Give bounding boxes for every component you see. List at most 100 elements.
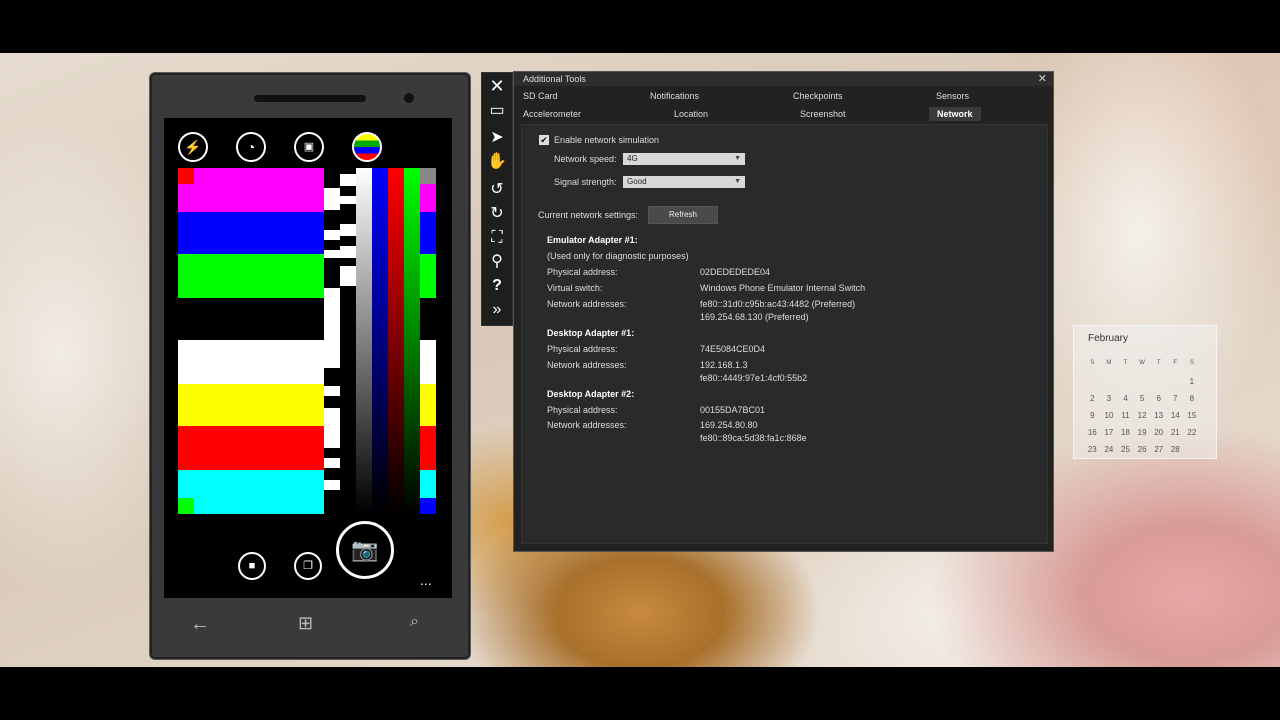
diagnostic-note: (Used only for diagnostic purposes)	[547, 251, 689, 261]
calendar-week: 2345678	[1084, 390, 1212, 407]
calendar-day[interactable]: 2	[1084, 394, 1101, 403]
signal-strength-select[interactable]: Good ▼	[623, 176, 745, 188]
calendar-day[interactable]: 11	[1117, 411, 1134, 420]
enable-network-checkbox[interactable]: ✔	[539, 135, 549, 145]
virtual-switch-value: Windows Phone Emulator Internal Switch	[700, 283, 866, 293]
window-title: Additional Tools	[523, 74, 586, 84]
calendar-day[interactable]: 27	[1150, 445, 1167, 454]
front-camera	[404, 93, 414, 103]
calendar-day[interactable]: 5	[1134, 394, 1151, 403]
network-speed-select[interactable]: 4G ▼	[623, 153, 745, 165]
network-addresses-label: Network addresses:	[547, 420, 627, 430]
calendar-day[interactable]: 7	[1167, 394, 1184, 403]
calendar-day[interactable]: 13	[1150, 411, 1167, 420]
calendar-day[interactable]: 15	[1184, 411, 1201, 420]
minimize-icon[interactable]: ▭	[482, 100, 512, 122]
calendar-month: February	[1088, 333, 1129, 344]
tab-location[interactable]: Location	[674, 109, 708, 119]
calendar-day[interactable]: 22	[1184, 428, 1201, 437]
physical-address-value: 74E5084CE0D4	[700, 344, 766, 354]
help-icon[interactable]: ?	[482, 275, 512, 297]
more-icon[interactable]: ...	[420, 572, 432, 588]
gallery-icon[interactable]: ❐	[294, 552, 322, 580]
calendar-week: 9 10 11 12 13 14 15	[1084, 407, 1212, 424]
virtual-switch-label: Virtual switch:	[547, 283, 603, 293]
network-address-value: 192.168.1.3	[700, 360, 748, 370]
calendar-day[interactable]: 17	[1101, 428, 1118, 437]
expand-icon[interactable]: »	[482, 299, 512, 321]
rotate-right-icon[interactable]: ↻	[482, 203, 512, 225]
signal-strength-label: Signal strength:	[554, 177, 617, 187]
calendar-day[interactable]: 26	[1134, 445, 1151, 454]
calendar-day[interactable]: 23	[1084, 445, 1101, 454]
calendar-day[interactable]: 18	[1117, 428, 1134, 437]
calendar-day[interactable]: 24	[1101, 445, 1118, 454]
calendar-day[interactable]: 20	[1150, 428, 1167, 437]
physical-address-label: Physical address:	[547, 267, 618, 277]
calendar-week: 1	[1084, 373, 1212, 390]
current-settings-label: Current network settings:	[538, 210, 639, 220]
search-icon[interactable]: ⌕	[410, 613, 419, 631]
chevron-down-icon: ▼	[734, 155, 741, 162]
windows-start-icon[interactable]: ⊞	[298, 613, 313, 634]
calendar-day[interactable]: 9	[1084, 411, 1101, 420]
calendar-day[interactable]: 1	[1184, 377, 1201, 386]
physical-address-label: Physical address:	[547, 344, 618, 354]
close-icon[interactable]: ✕	[1038, 72, 1047, 86]
phone-emulator: ⚡ ◔ ▣ ■ ❐ 📷 ... ← ⊞ ⌕	[149, 72, 471, 660]
calendar-day[interactable]: 6	[1150, 394, 1167, 403]
calendar-weeks: 1 2 3 4 5 6 7 8 9 10 11 12 13 14 15 16 17 18 19 20 21 22 23 24 2…	[1084, 373, 1212, 458]
calendar-day[interactable]: 3	[1101, 394, 1118, 403]
tab-notifications[interactable]: Notifications	[650, 91, 699, 101]
tab-accelerometer[interactable]: Accelerometer	[523, 109, 581, 119]
calendar-gadget[interactable]: February S M T W T F S 1 2 3 4 5 6 7 8 9 10 11 12 13…	[1073, 325, 1217, 459]
pointer-icon[interactable]: ➤	[482, 127, 512, 149]
tab-sd-card[interactable]: SD Card	[523, 91, 558, 101]
network-tab-content: ✔ Enable network simulation Network spee…	[521, 124, 1048, 544]
hand-icon[interactable]: ✋	[482, 151, 512, 173]
timer-icon[interactable]: ◔	[236, 132, 266, 162]
emulator-adapter-1-title: Emulator Adapter #1:	[547, 235, 638, 245]
tab-checkpoints[interactable]: Checkpoints	[793, 91, 843, 101]
calendar-day[interactable]: 14	[1167, 411, 1184, 420]
fit-screen-icon[interactable]: ⛶	[482, 227, 512, 249]
weekday-label: M	[1106, 359, 1112, 366]
back-icon[interactable]: ←	[190, 613, 210, 636]
tab-sensors[interactable]: Sensors	[936, 91, 969, 101]
phone-speaker	[254, 95, 366, 102]
calendar-day[interactable]: 12	[1134, 411, 1151, 420]
weekday-label: T	[1123, 359, 1128, 366]
close-icon[interactable]: ✕	[482, 75, 512, 97]
lens-icon[interactable]: ▣	[294, 132, 324, 162]
calendar-week: 16 17 18 19 20 21 22	[1084, 424, 1212, 441]
calendar-day[interactable]: 19	[1134, 428, 1151, 437]
calendar-grid: S M T W T F S 1 2 3 4 5 6 7 8 9 10 11 12 13 14 15 16 17 1…	[1084, 356, 1212, 458]
calendar-day[interactable]: 28	[1167, 445, 1184, 454]
refresh-button[interactable]: Refresh	[648, 206, 718, 224]
weekday-label: S	[1090, 359, 1095, 366]
flash-icon[interactable]: ⚡	[178, 132, 208, 162]
chevron-down-icon: ▼	[734, 178, 741, 185]
network-addresses-label: Network addresses:	[547, 360, 627, 370]
tab-network[interactable]: Network	[929, 107, 981, 121]
window-titlebar: Additional Tools ✕	[514, 72, 1053, 86]
calendar-day[interactable]: 8	[1184, 394, 1201, 403]
calendar-day[interactable]: 25	[1117, 445, 1134, 454]
calendar-day[interactable]: 10	[1101, 411, 1118, 420]
zoom-icon[interactable]: ⚲	[482, 251, 512, 273]
additional-tools-window: Additional Tools ✕ SD Card Notifications…	[513, 71, 1054, 552]
network-address-value: 169.254.80.80	[700, 420, 758, 430]
enable-network-label: Enable network simulation	[554, 135, 660, 145]
network-address-value: fe80::4449:97e1:4cf0:55b2	[700, 373, 808, 383]
calendar-day[interactable]: 16	[1084, 428, 1101, 437]
calendar-day[interactable]: 4	[1117, 394, 1134, 403]
rotate-left-icon[interactable]: ↺	[482, 179, 512, 201]
calendar-day[interactable]: 21	[1167, 428, 1184, 437]
shutter-icon[interactable]: 📷	[336, 521, 394, 579]
phone-screen[interactable]: ⚡ ◔ ▣ ■ ❐ 📷 ...	[164, 118, 452, 598]
network-address-value: fe80::31d0:c95b:ac43:4482 (Preferred)	[700, 299, 856, 309]
emulator-toolbar: ✕ ▭ ➤ ✋ ↺ ↻ ⛶ ⚲ ? »	[481, 72, 513, 326]
tab-screenshot[interactable]: Screenshot	[800, 109, 846, 119]
color-effect-icon[interactable]	[352, 132, 382, 162]
video-icon[interactable]: ■	[238, 552, 266, 580]
